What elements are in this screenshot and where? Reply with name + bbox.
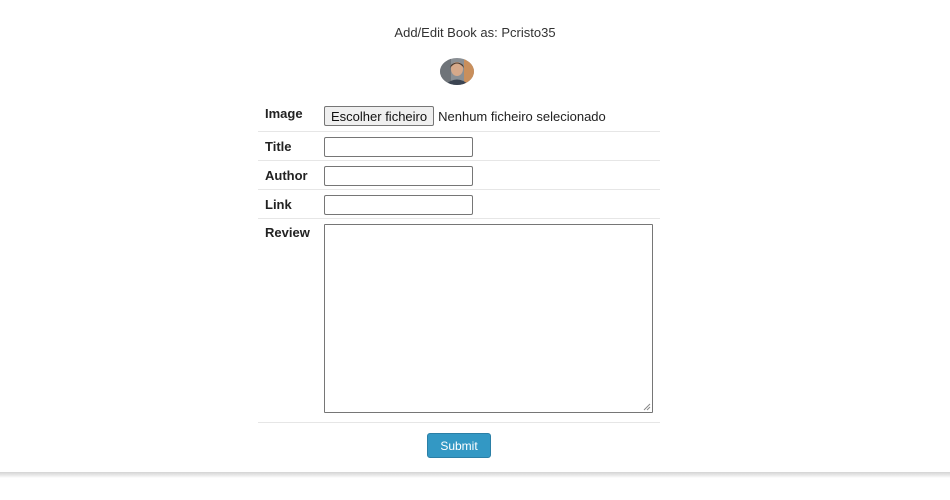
- page-title: Add/Edit Book as: Pcristo35: [394, 25, 556, 40]
- avatar: [440, 58, 474, 85]
- submit-button[interactable]: Submit: [427, 433, 491, 458]
- link-label: Link: [258, 189, 324, 219]
- book-form: Image Escolher ficheiro Nenhum ficheiro …: [258, 101, 660, 423]
- author-input[interactable]: [324, 165, 473, 186]
- file-input[interactable]: Escolher ficheiro Nenhum ficheiro seleci…: [324, 101, 660, 126]
- title-row: Title: [258, 131, 660, 161]
- choose-file-button[interactable]: Escolher ficheiro: [324, 106, 435, 126]
- link-input[interactable]: [324, 194, 473, 215]
- review-textarea[interactable]: [324, 223, 653, 413]
- image-row: Image Escolher ficheiro Nenhum ficheiro …: [258, 101, 660, 132]
- review-row: Review: [258, 218, 660, 423]
- title-label: Title: [258, 131, 324, 161]
- page: Add/Edit Book as: Pcristo35 Image Escolh…: [0, 0, 950, 473]
- bottom-shadow: [0, 472, 950, 478]
- title-input[interactable]: [324, 136, 473, 157]
- author-label: Author: [258, 160, 324, 190]
- review-label: Review: [258, 218, 324, 423]
- resize-grip-icon[interactable]: [643, 403, 651, 411]
- author-row: Author: [258, 160, 660, 190]
- file-status: Nenhum ficheiro selecionado: [438, 108, 606, 124]
- link-row: Link: [258, 189, 660, 219]
- image-label: Image: [258, 101, 324, 132]
